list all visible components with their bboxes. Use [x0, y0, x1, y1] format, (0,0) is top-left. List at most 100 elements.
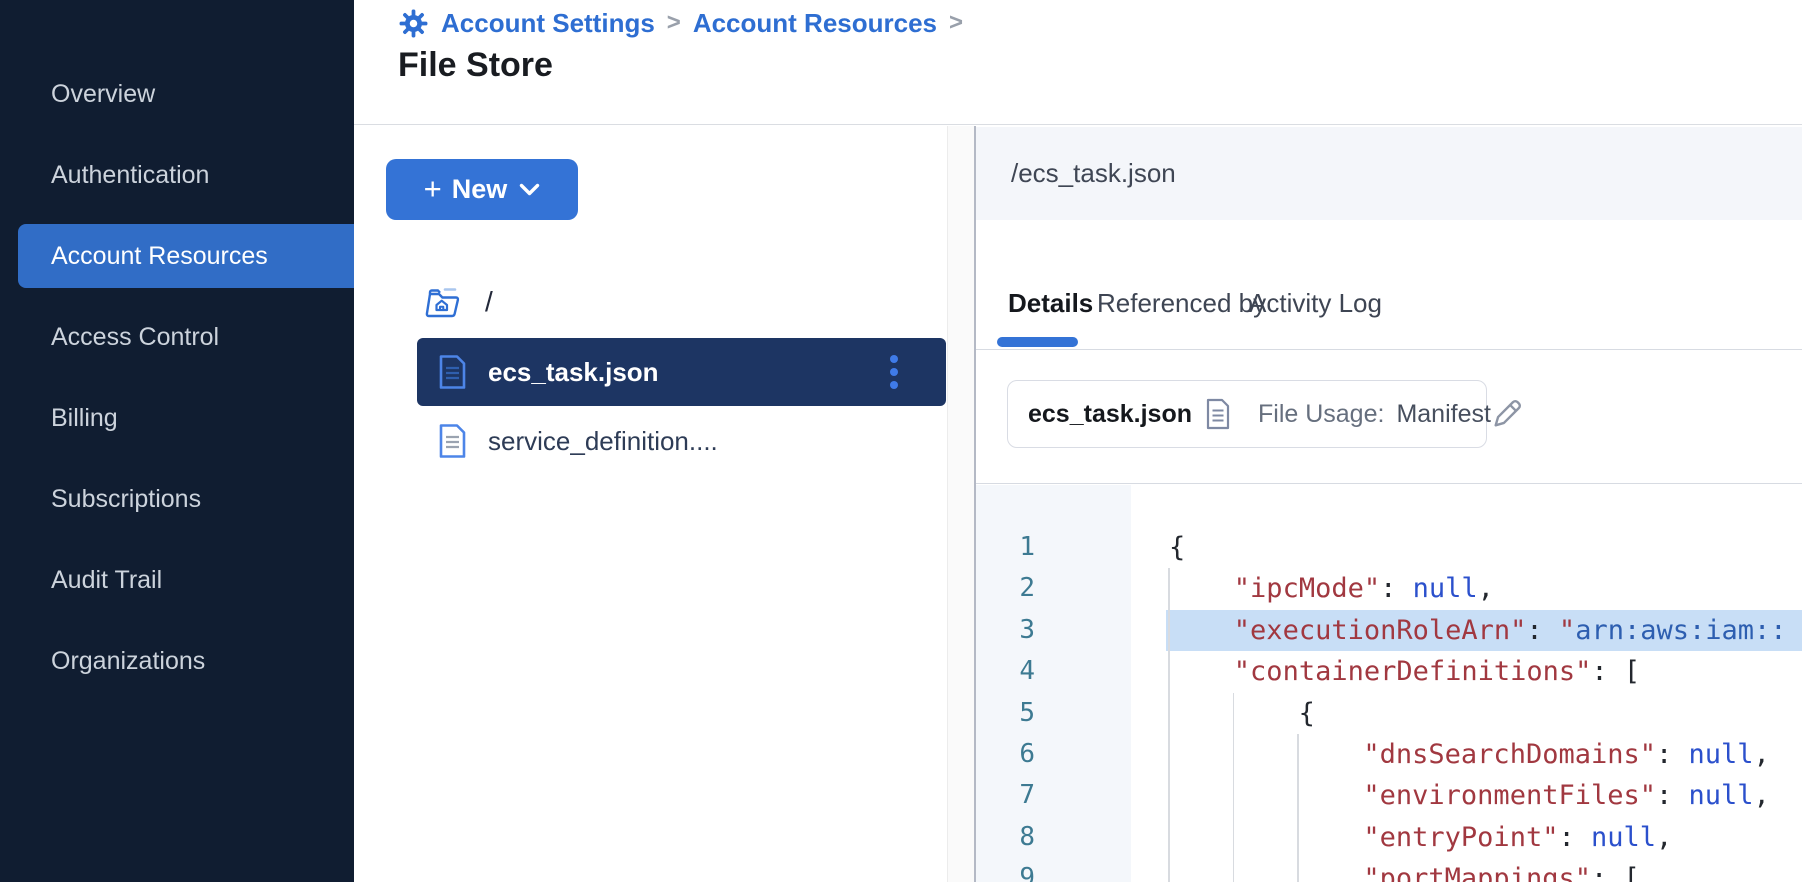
code-line: 7 "environmentFiles": null, [976, 775, 1802, 816]
file-info-box: ecs_task.json File Usage: Manifest [1007, 380, 1487, 448]
file-name: service_definition.... [488, 426, 718, 457]
code-line-content: "executionRoleArn": "arn:aws:iam:: [1166, 610, 1802, 651]
code-line-content: { [1166, 527, 1802, 568]
code-line-content: "dnsSearchDomains": null, [1166, 734, 1802, 775]
indent-guide [1297, 817, 1299, 858]
file-row[interactable]: service_definition.... [417, 412, 946, 470]
tab-bar: DetailsReferenced byActivity Log [976, 220, 1802, 350]
indent-guide [1233, 858, 1235, 882]
breadcrumb-link[interactable]: Account Resources [693, 8, 937, 39]
code-line: 1{ [976, 527, 1802, 568]
file-store-panel: + New / ecs_task.json service_de [354, 126, 947, 882]
indent-guide [1297, 734, 1299, 775]
indent-guide [1168, 858, 1170, 882]
line-number: 8 [976, 817, 1035, 858]
home-folder-icon [423, 283, 463, 321]
indent-guide [1168, 651, 1170, 692]
sidebar-item-overview[interactable]: Overview [0, 62, 354, 126]
gear-icon [398, 8, 429, 39]
code-text: "entryPoint": null, [1166, 817, 1802, 858]
sidebar-item-account-resources[interactable]: Account Resources [18, 224, 354, 288]
file-path: /ecs_task.json [1011, 127, 1176, 220]
code-line-content: "portMappings": [ [1166, 858, 1802, 882]
scrollbar-track[interactable] [947, 126, 974, 882]
code-line: 6 "dnsSearchDomains": null, [976, 734, 1802, 775]
code-content: 1{2 "ipcMode": null, 3 "executionRoleArn": … [976, 527, 1802, 882]
file-usage-label: File Usage: [1258, 400, 1384, 429]
code-text: "portMappings": [ [1166, 858, 1802, 882]
indent-guide [1168, 734, 1170, 775]
file-icon [438, 423, 467, 459]
line-number: 6 [976, 734, 1035, 775]
code-text: "executionRoleArn": "arn:aws:iam:: [1166, 610, 1802, 651]
kebab-menu-icon[interactable] [886, 351, 902, 393]
line-number: 5 [976, 693, 1035, 734]
code-line-content: "containerDefinitions": [ [1166, 651, 1802, 692]
file-row[interactable]: ecs_task.json [417, 338, 946, 406]
indent-guide [1233, 775, 1235, 816]
file-list: ecs_task.json service_definition.... [417, 338, 946, 476]
code-text: { [1166, 527, 1802, 568]
code-text: "dnsSearchDomains": null, [1166, 734, 1802, 775]
code-line: 4 "containerDefinitions": [ [976, 651, 1802, 692]
sidebar-item-access-control[interactable]: Access Control [0, 305, 354, 369]
page-title: File Store [398, 46, 553, 85]
indent-guide [1233, 734, 1235, 775]
app-window: OverviewAuthenticationAccount ResourcesA… [0, 0, 1802, 882]
file-details-panel: /ecs_task.json DetailsReferenced byActiv… [976, 126, 1802, 882]
line-number: 9 [976, 858, 1035, 882]
plus-icon: + [424, 173, 442, 204]
sidebar: Overview Authentication Account Resources A… [0, 0, 354, 882]
file-path-strip: /ecs_task.json [976, 127, 1802, 220]
sidebar-item-organizations[interactable]: Organizations [0, 629, 354, 693]
code-text: "ipcMode": null, [1166, 568, 1802, 609]
code-text: "containerDefinitions": [ [1166, 651, 1802, 692]
code-line-content: "entryPoint": null, [1166, 817, 1802, 858]
code-viewer[interactable]: 1{2 "ipcMode": null, 3 "executionRoleArn": … [976, 483, 1802, 882]
indent-guide [1168, 610, 1170, 651]
code-line-content: "environmentFiles": null, [1166, 775, 1802, 816]
indent-guide [1233, 817, 1235, 858]
sidebar-nav: Overview Authentication Account Resources A… [0, 62, 354, 693]
breadcrumb-separator: > [667, 9, 681, 37]
tab-activity-log[interactable]: Activity Log [1249, 288, 1382, 318]
indent-guide [1168, 568, 1170, 609]
indent-guide [1297, 775, 1299, 816]
code-line: 9 "portMappings": [ [976, 858, 1802, 882]
code-line-content: { [1166, 693, 1802, 734]
new-button[interactable]: + New [386, 159, 578, 220]
indent-guide [1168, 693, 1170, 734]
tab-referenced-by[interactable]: Referenced by [1097, 288, 1266, 318]
indent-guide [1297, 858, 1299, 882]
breadcrumb-link[interactable]: Account Settings [441, 8, 655, 39]
indent-guide [1168, 817, 1170, 858]
code-text: { [1166, 693, 1802, 734]
breadcrumb-separator: > [949, 9, 963, 37]
pencil-icon[interactable] [1491, 398, 1523, 430]
file-name: ecs_task.json [1028, 400, 1192, 429]
sidebar-item-audit-trail[interactable]: Audit Trail [0, 548, 354, 612]
sidebar-item-subscriptions[interactable]: Subscriptions [0, 467, 354, 531]
file-name: ecs_task.json [488, 357, 659, 388]
root-folder-row[interactable]: / [423, 283, 493, 321]
breadcrumb: Account Settings > Account Resources > [398, 6, 963, 40]
chevron-down-icon [519, 183, 540, 196]
indent-guide [1168, 775, 1170, 816]
active-tab-underline [997, 337, 1078, 347]
code-text: "environmentFiles": null, [1166, 775, 1802, 816]
code-line: 8 "entryPoint": null, [976, 817, 1802, 858]
sidebar-item-billing[interactable]: Billing [0, 386, 354, 450]
line-number: 7 [976, 775, 1035, 816]
tab-details[interactable]: Details [1008, 288, 1093, 318]
line-number: 2 [976, 568, 1035, 609]
file-icon [438, 354, 467, 390]
line-number: 4 [976, 651, 1035, 692]
code-line: 3 "executionRoleArn": "arn:aws:iam:: [976, 610, 1802, 651]
line-number: 3 [976, 610, 1035, 651]
code-line: 2 "ipcMode": null, [976, 568, 1802, 609]
indent-guide [1233, 693, 1235, 734]
file-usage-value: Manifest [1396, 400, 1490, 429]
page-header: Account Settings > Account Resources > File… [354, 0, 1802, 125]
document-icon[interactable] [1205, 398, 1231, 430]
sidebar-item-authentication[interactable]: Authentication [0, 143, 354, 207]
